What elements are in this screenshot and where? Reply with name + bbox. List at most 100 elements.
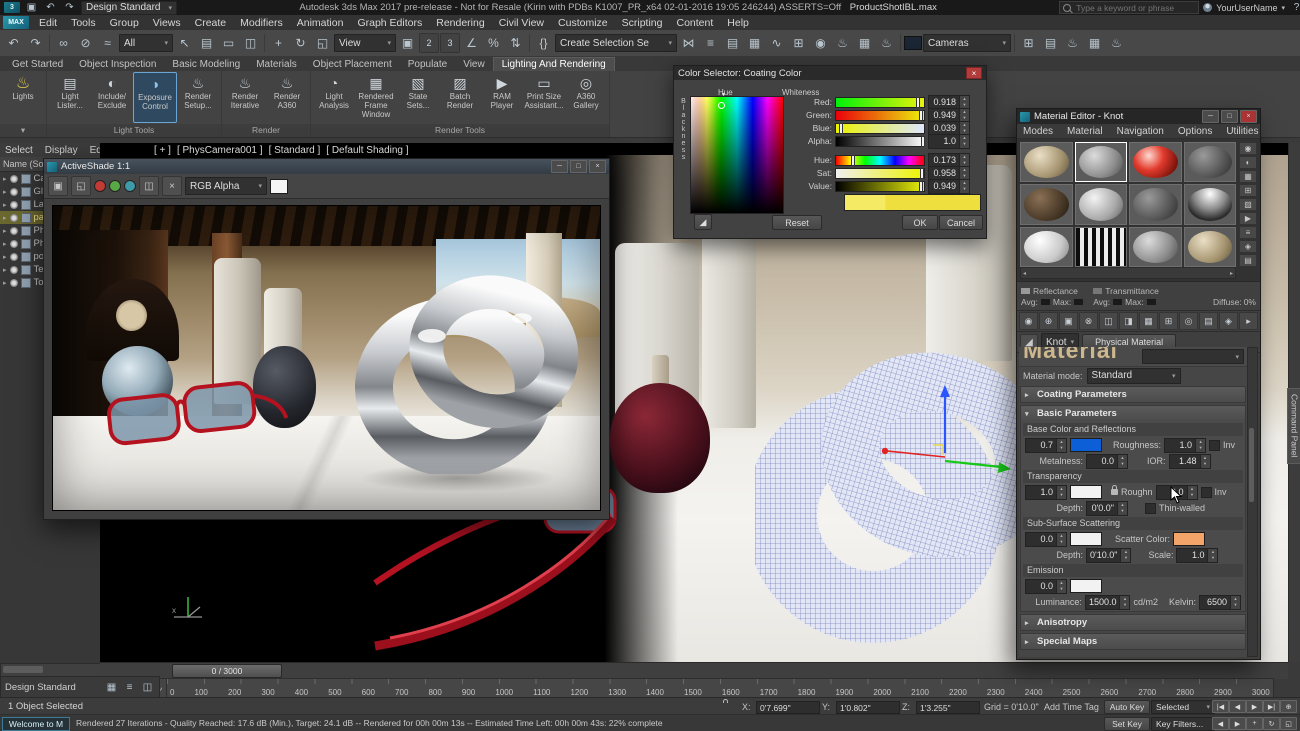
menu-item[interactable]: Scripting bbox=[615, 15, 670, 30]
layered-image-icon[interactable]: ◫ bbox=[139, 176, 159, 196]
ribbon-button[interactable]: ▤ Light Lister... bbox=[49, 72, 91, 123]
material-sample-slot[interactable] bbox=[1129, 227, 1182, 267]
select-by-name-icon[interactable]: ▤ bbox=[196, 33, 217, 54]
base-color-swatch[interactable] bbox=[1070, 438, 1102, 452]
reset-button[interactable]: Reset bbox=[772, 215, 822, 230]
visibility-eye-icon[interactable] bbox=[10, 266, 18, 274]
mirror-icon[interactable]: ⋈ bbox=[678, 33, 699, 54]
luminance-spinner[interactable]: 1500.0 bbox=[1085, 595, 1131, 610]
expand-arrow-icon[interactable] bbox=[3, 251, 7, 262]
slider-handle[interactable] bbox=[919, 181, 923, 192]
menu-item[interactable]: Views bbox=[146, 15, 188, 30]
roughness-spinner[interactable]: 1.0 bbox=[1164, 438, 1206, 453]
material-tool-icon[interactable]: ◨ bbox=[1119, 312, 1138, 330]
material-sample-slot[interactable] bbox=[1020, 142, 1073, 182]
schematic-view-icon[interactable]: ⊞ bbox=[1018, 33, 1039, 54]
ribbon-button[interactable]: ♨ Render Iterative bbox=[224, 72, 266, 123]
sample-tool-icon[interactable]: ▶ bbox=[1239, 212, 1257, 225]
close-icon[interactable]: × bbox=[1240, 110, 1257, 123]
expand-arrow-icon[interactable] bbox=[3, 225, 7, 236]
layer-manager-icon[interactable]: ▤ bbox=[1040, 33, 1061, 54]
clone-window-icon[interactable]: ◱ bbox=[71, 176, 91, 196]
material-sample-slot[interactable] bbox=[1129, 142, 1182, 182]
banner-dropdown[interactable]: ▾ bbox=[1142, 349, 1244, 364]
ribbon-button[interactable]: ◎ A360 Gallery bbox=[565, 72, 607, 123]
window-crossing-icon[interactable]: ◫ bbox=[240, 33, 261, 54]
visibility-eye-icon[interactable] bbox=[10, 279, 18, 287]
ribbon-tab[interactable]: Populate bbox=[400, 58, 455, 71]
spinner-snap-icon[interactable]: ⇅ bbox=[505, 33, 526, 54]
menu-item[interactable]: Tools bbox=[64, 15, 103, 30]
visibility-eye-icon[interactable] bbox=[10, 253, 18, 261]
material-editor-icon[interactable]: ◉ bbox=[810, 33, 831, 54]
group-footer[interactable]: Light Tools bbox=[47, 124, 221, 137]
ribbon-button[interactable]: ♨ Render Setup... bbox=[177, 72, 219, 123]
base-weight-spinner[interactable]: 0.7 bbox=[1025, 438, 1067, 453]
blue-channel-icon[interactable] bbox=[124, 180, 136, 192]
material-tool-icon[interactable]: ⊞ bbox=[1159, 312, 1178, 330]
material-sample-slot[interactable] bbox=[1075, 227, 1128, 267]
go-to-end-icon[interactable]: ▶| bbox=[1263, 700, 1280, 713]
render-setup-icon[interactable]: ♨ bbox=[1062, 33, 1083, 54]
render-production-icon[interactable]: ♨ bbox=[876, 33, 897, 54]
use-center-icon[interactable]: ▣ bbox=[397, 33, 418, 54]
close-icon[interactable]: × bbox=[966, 67, 982, 79]
key-filters-button[interactable]: Key Filters... bbox=[1151, 717, 1215, 731]
z-coordinate-field[interactable]: 1'3.255" bbox=[916, 701, 980, 714]
viewport-menu-renderer[interactable]: [ Standard ] bbox=[269, 145, 321, 156]
previous-frame-icon[interactable]: ◀ bbox=[1229, 700, 1246, 713]
reference-coordinate-dropdown[interactable]: View ▾ bbox=[334, 34, 396, 52]
transparency-weight-spinner[interactable]: 1.0 bbox=[1025, 485, 1067, 500]
rendered-frame-window-icon[interactable]: ▦ bbox=[1084, 33, 1105, 54]
material-sample-slot[interactable] bbox=[1129, 184, 1182, 224]
slider-handle[interactable] bbox=[839, 123, 843, 134]
render-production-icon[interactable]: ♨ bbox=[1106, 33, 1127, 54]
lights-button[interactable]: ♨ Lights bbox=[2, 72, 44, 123]
viewport-menu-shading[interactable]: [ Default Shading ] bbox=[326, 145, 408, 156]
material-tool-icon[interactable]: ⊗ bbox=[1079, 312, 1098, 330]
ribbon-button[interactable]: ▧ State Sets... bbox=[397, 72, 439, 123]
workspace-selector[interactable]: Design Standard ▾ bbox=[81, 1, 177, 15]
rendered-frame-window-icon[interactable]: ▦ bbox=[854, 33, 875, 54]
slider-handle[interactable] bbox=[920, 168, 924, 179]
ribbon-button[interactable]: ◑ Exposure Control bbox=[133, 72, 177, 123]
scroll-right-icon[interactable]: ▸ bbox=[1230, 270, 1233, 277]
ok-button[interactable]: OK bbox=[902, 215, 938, 230]
channel-slider[interactable] bbox=[835, 110, 925, 121]
ribbon-button[interactable]: ▭ Print Size Assistant... bbox=[523, 72, 565, 123]
roughness-inv-checkbox[interactable] bbox=[1209, 440, 1220, 451]
percent-snap-icon[interactable]: % bbox=[483, 33, 504, 54]
ribbon-tab[interactable]: Object Placement bbox=[305, 58, 400, 71]
ribbon-button[interactable]: ▦ Rendered Frame Window bbox=[355, 72, 397, 123]
metalness-spinner[interactable]: 0.0 bbox=[1086, 454, 1128, 469]
visibility-eye-icon[interactable] bbox=[10, 227, 18, 235]
visibility-eye-icon[interactable] bbox=[10, 175, 18, 183]
rollout-header[interactable]: ▸Coating Parameters bbox=[1021, 387, 1245, 402]
sample-tool-icon[interactable]: ▦ bbox=[1239, 170, 1257, 183]
select-and-rotate-icon[interactable]: ↻ bbox=[290, 33, 311, 54]
previous-key-icon[interactable]: ◀ bbox=[1212, 717, 1229, 730]
ribbon-tab[interactable]: Materials bbox=[248, 58, 305, 71]
ribbon-button[interactable]: ◐ Include/ Exclude bbox=[91, 72, 133, 123]
rollout-header[interactable]: ▸Anisotropy bbox=[1021, 615, 1245, 630]
selection-keying-dropdown[interactable]: Selected ▾ bbox=[1151, 700, 1215, 714]
scale-spinner[interactable]: 1.0 bbox=[1176, 548, 1218, 563]
transparency-color-swatch[interactable] bbox=[1070, 485, 1102, 499]
explorer-menu-item[interactable]: Display bbox=[40, 145, 83, 156]
material-tool-icon[interactable]: ◫ bbox=[1099, 312, 1118, 330]
redo-icon[interactable]: ↷ bbox=[25, 33, 46, 54]
ribbon-button[interactable]: ▨ Batch Render bbox=[439, 72, 481, 123]
material-editor-menu-item[interactable]: Navigation bbox=[1111, 126, 1170, 137]
help-icon[interactable]: ? bbox=[1289, 0, 1300, 15]
group-footer[interactable]: Render Tools bbox=[311, 124, 609, 137]
scroll-left-icon[interactable]: ◂ bbox=[1023, 270, 1026, 277]
channel-slider[interactable] bbox=[835, 136, 925, 147]
sample-tool-icon[interactable]: ◉ bbox=[1239, 142, 1257, 155]
sss-color-swatch[interactable] bbox=[1070, 532, 1102, 546]
menu-item[interactable]: Help bbox=[720, 15, 756, 30]
sss-depth-spinner[interactable]: 0'10.0" bbox=[1086, 548, 1131, 563]
maximize-icon[interactable]: □ bbox=[1221, 110, 1238, 123]
explorer-menu-item[interactable]: Select bbox=[0, 145, 38, 156]
emission-weight-spinner[interactable]: 0.0 bbox=[1025, 579, 1067, 594]
display-channel-dropdown[interactable]: RGB Alpha ▾ bbox=[185, 177, 267, 195]
